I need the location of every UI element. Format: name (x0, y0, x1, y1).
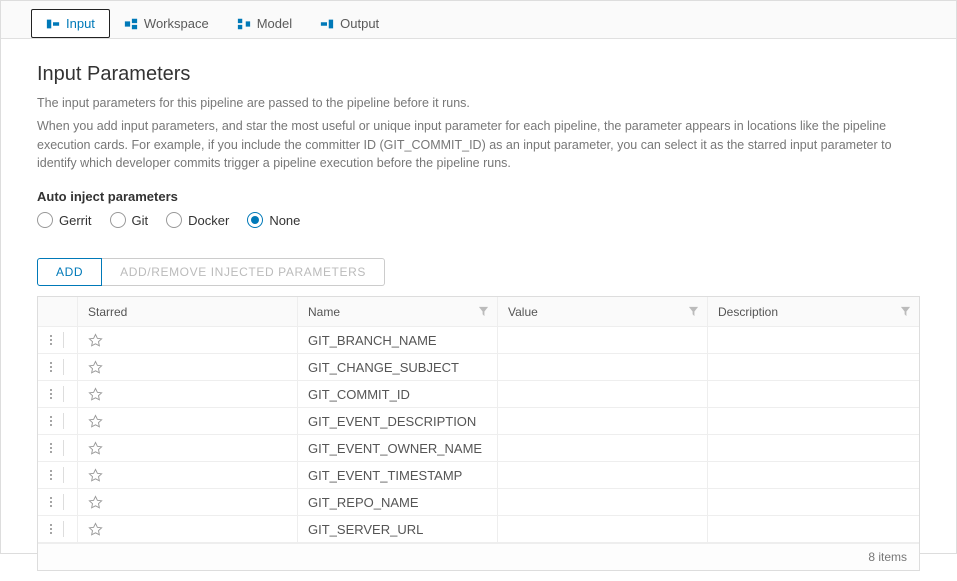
param-name: GIT_SERVER_URL (308, 522, 423, 537)
param-name: GIT_EVENT_OWNER_NAME (308, 441, 482, 456)
button-row: ADD ADD/REMOVE INJECTED PARAMETERS (37, 258, 920, 286)
workspace-icon (124, 17, 138, 31)
star-icon[interactable] (88, 495, 103, 510)
param-name: GIT_BRANCH_NAME (308, 333, 437, 348)
table-row[interactable]: GIT_CHANGE_SUBJECT (38, 354, 919, 381)
auto-inject-section: Auto inject parameters Gerrit Git Docker… (37, 189, 920, 228)
param-name: GIT_EVENT_DESCRIPTION (308, 414, 476, 429)
star-icon[interactable] (88, 387, 103, 402)
item-count: 8 items (868, 550, 907, 564)
auto-inject-label: Auto inject parameters (37, 189, 920, 204)
col-value-header[interactable]: Value (508, 305, 538, 319)
filter-icon[interactable] (688, 306, 699, 317)
row-menu-icon[interactable] (48, 440, 64, 456)
tab-label: Workspace (144, 16, 209, 31)
table-row[interactable]: GIT_REPO_NAME (38, 489, 919, 516)
tab-output[interactable]: Output (306, 9, 393, 38)
table-footer: 8 items (38, 543, 919, 570)
radio-git[interactable]: Git (110, 212, 149, 228)
star-icon[interactable] (88, 414, 103, 429)
add-remove-injected-button: ADD/REMOVE INJECTED PARAMETERS (102, 258, 385, 286)
row-menu-icon[interactable] (48, 494, 64, 510)
row-menu-icon[interactable] (48, 332, 64, 348)
desc-line-1: The input parameters for this pipeline a… (37, 94, 920, 113)
table-row[interactable]: GIT_EVENT_DESCRIPTION (38, 408, 919, 435)
radio-docker[interactable]: Docker (166, 212, 229, 228)
add-button[interactable]: ADD (37, 258, 102, 286)
row-menu-icon[interactable] (48, 386, 64, 402)
star-icon[interactable] (88, 360, 103, 375)
desc-line-2: When you add input parameters, and star … (37, 117, 920, 173)
param-name: GIT_COMMIT_ID (308, 387, 410, 402)
filter-icon[interactable] (478, 306, 489, 317)
star-icon[interactable] (88, 333, 103, 348)
parameters-table: Starred Name Value Description GIT_BRANC… (37, 296, 920, 571)
tab-workspace[interactable]: Workspace (110, 9, 223, 38)
col-name-header[interactable]: Name (308, 305, 340, 319)
model-icon (237, 17, 251, 31)
star-icon[interactable] (88, 441, 103, 456)
table-row[interactable]: GIT_EVENT_TIMESTAMP (38, 462, 919, 489)
input-icon (46, 17, 60, 31)
tab-model[interactable]: Model (223, 9, 306, 38)
tab-bar: Input Workspace Model Output (1, 1, 956, 39)
col-actions-header (38, 297, 78, 326)
tab-label: Model (257, 16, 292, 31)
table-row[interactable]: GIT_BRANCH_NAME (38, 327, 919, 354)
row-menu-icon[interactable] (48, 359, 64, 375)
filter-icon[interactable] (900, 306, 911, 317)
radio-none[interactable]: None (247, 212, 300, 228)
row-menu-icon[interactable] (48, 521, 64, 537)
col-starred-header[interactable]: Starred (88, 305, 127, 319)
tab-label: Output (340, 16, 379, 31)
star-icon[interactable] (88, 468, 103, 483)
param-name: GIT_EVENT_TIMESTAMP (308, 468, 462, 483)
table-header: Starred Name Value Description (38, 297, 919, 327)
output-icon (320, 17, 334, 31)
tab-input[interactable]: Input (31, 9, 110, 38)
radio-gerrit[interactable]: Gerrit (37, 212, 92, 228)
param-name: GIT_REPO_NAME (308, 495, 419, 510)
table-row[interactable]: GIT_EVENT_OWNER_NAME (38, 435, 919, 462)
row-menu-icon[interactable] (48, 413, 64, 429)
table-row[interactable]: GIT_SERVER_URL (38, 516, 919, 543)
param-name: GIT_CHANGE_SUBJECT (308, 360, 459, 375)
star-icon[interactable] (88, 522, 103, 537)
tab-label: Input (66, 16, 95, 31)
row-menu-icon[interactable] (48, 467, 64, 483)
table-row[interactable]: GIT_COMMIT_ID (38, 381, 919, 408)
col-description-header[interactable]: Description (718, 305, 778, 319)
radio-group: Gerrit Git Docker None (37, 212, 920, 228)
page-title: Input Parameters (37, 63, 920, 86)
